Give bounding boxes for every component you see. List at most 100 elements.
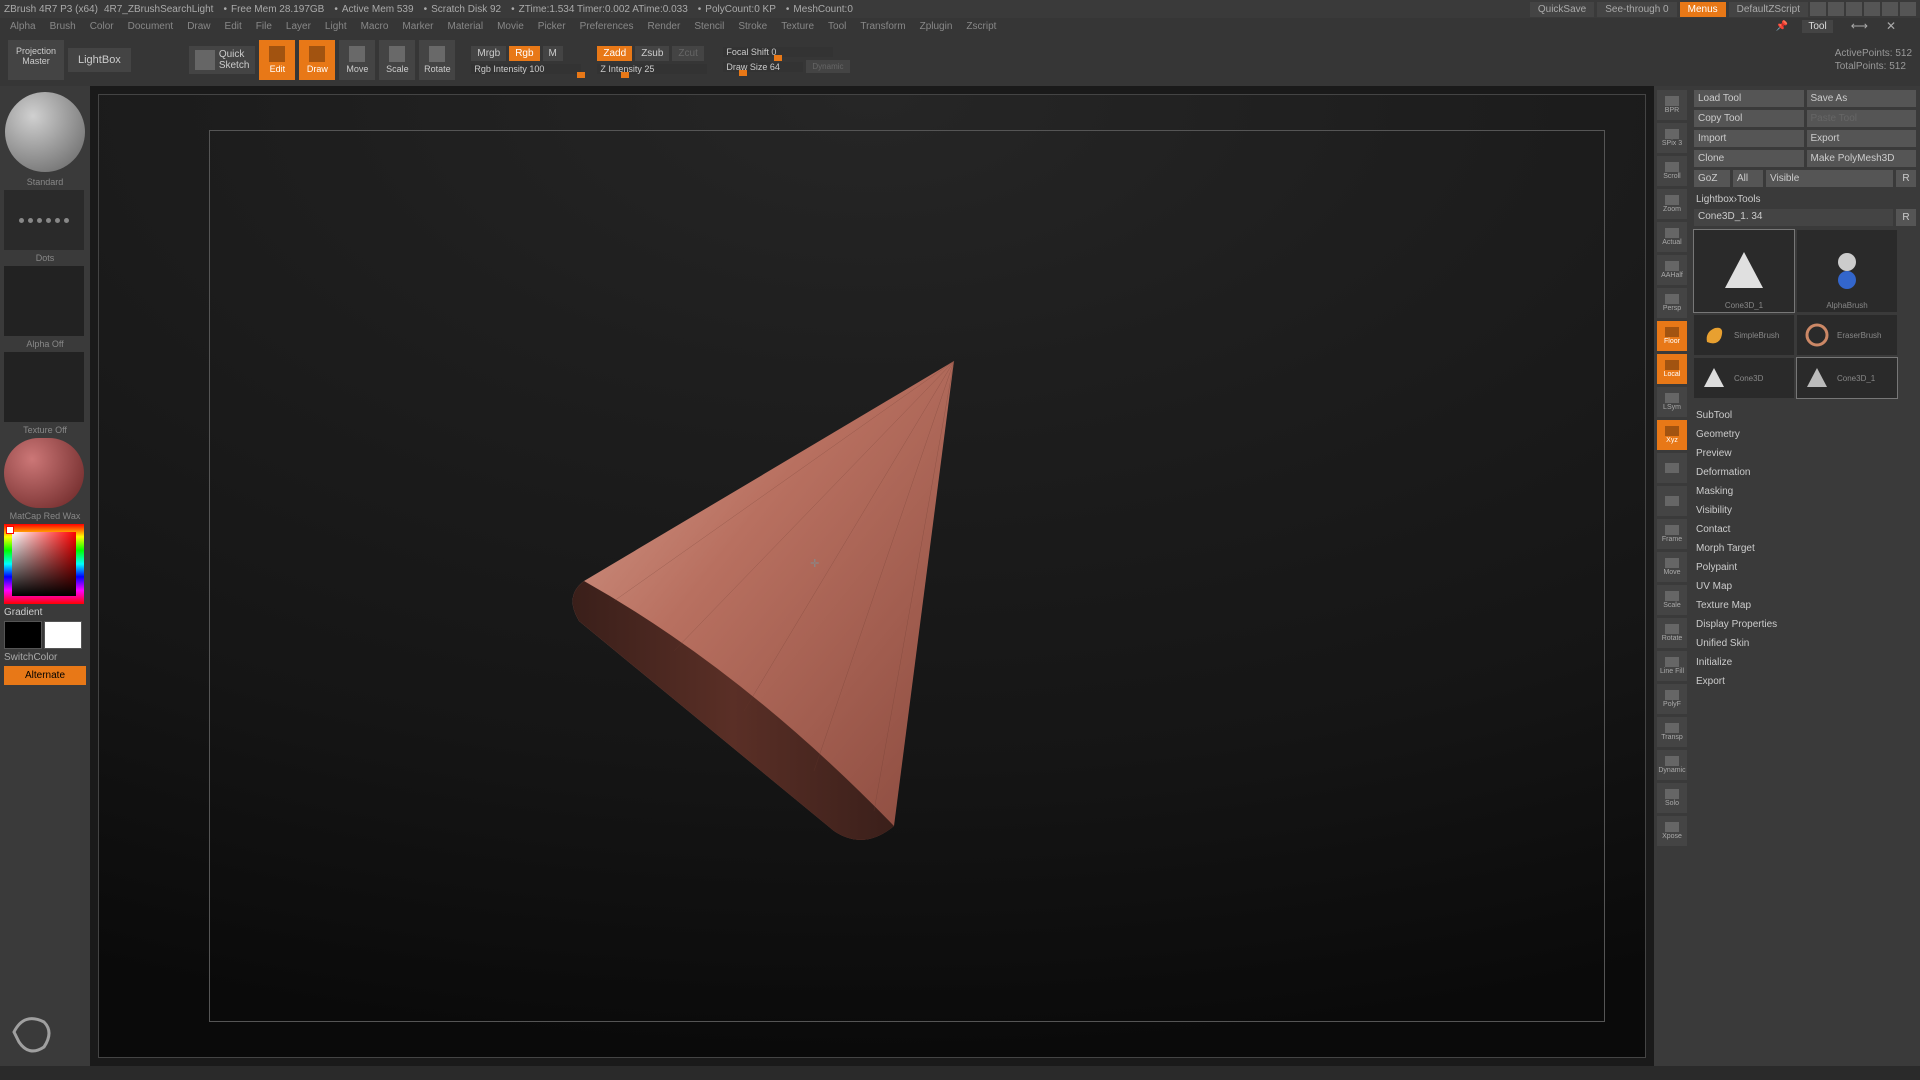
rt-scale[interactable]: Scale	[1657, 585, 1687, 615]
goz-button[interactable]: GoZ	[1694, 170, 1730, 187]
tool-r-button[interactable]: R	[1896, 209, 1916, 226]
clone-button[interactable]: Clone	[1694, 150, 1804, 167]
rt-xyz[interactable]: Xyz	[1657, 420, 1687, 450]
move-mode[interactable]: Move	[339, 40, 375, 80]
draw-size-slider[interactable]: Draw Size 64	[723, 62, 803, 72]
rt-persp[interactable]: Persp	[1657, 288, 1687, 318]
rt-rotate[interactable]: Rotate	[1657, 618, 1687, 648]
rt-solo[interactable]: Solo	[1657, 783, 1687, 813]
menu-stroke[interactable]: Stroke	[738, 21, 767, 32]
load-tool-button[interactable]: Load Tool	[1694, 90, 1804, 107]
zcut-chip[interactable]: Zcut	[672, 46, 703, 61]
focal-shift-slider[interactable]: Focal Shift 0	[723, 47, 833, 57]
menu-macro[interactable]: Macro	[361, 21, 389, 32]
section-uv-map[interactable]: UV Map	[1694, 577, 1916, 596]
section-display-properties[interactable]: Display Properties	[1694, 615, 1916, 634]
maximize-icon[interactable]	[1882, 2, 1898, 16]
section-geometry[interactable]: Geometry	[1694, 425, 1916, 444]
rt-transp[interactable]: Transp	[1657, 717, 1687, 747]
menu-zscript[interactable]: Zscript	[966, 21, 996, 32]
menu-transform[interactable]: Transform	[860, 21, 905, 32]
mrgb-chip[interactable]: Mrgb	[471, 46, 506, 61]
switchcolor-button[interactable]: SwitchColor	[4, 652, 86, 663]
rt-line-fill[interactable]: Line Fill	[1657, 651, 1687, 681]
section-visibility[interactable]: Visibility	[1694, 501, 1916, 520]
rt-blank[interactable]	[1657, 453, 1687, 483]
menu-render[interactable]: Render	[648, 21, 681, 32]
menu-draw[interactable]: Draw	[187, 21, 210, 32]
zadd-chip[interactable]: Zadd	[597, 46, 632, 61]
section-subtool[interactable]: SubTool	[1694, 406, 1916, 425]
quicksave-button[interactable]: QuickSave	[1530, 2, 1594, 17]
menu-light[interactable]: Light	[325, 21, 347, 32]
projection-master-button[interactable]: Projection Master	[8, 40, 64, 80]
rt-bpr[interactable]: BPR	[1657, 90, 1687, 120]
menu-stencil[interactable]: Stencil	[694, 21, 724, 32]
rt-spix-3[interactable]: SPix 3	[1657, 123, 1687, 153]
alpha-preview[interactable]	[4, 266, 84, 336]
alternate-button[interactable]: Alternate	[4, 666, 86, 685]
menus-button[interactable]: Menus	[1680, 2, 1726, 17]
copy-tool-button[interactable]: Copy Tool	[1694, 110, 1804, 127]
swatch-primary[interactable]	[44, 621, 82, 649]
menu-layer[interactable]: Layer	[286, 21, 311, 32]
menu-color[interactable]: Color	[90, 21, 114, 32]
section-masking[interactable]: Masking	[1694, 482, 1916, 501]
close-window-icon[interactable]	[1900, 2, 1916, 16]
export-button[interactable]: Export	[1807, 130, 1917, 147]
seethrough-slider[interactable]: See-through 0	[1597, 2, 1676, 17]
section-texture-map[interactable]: Texture Map	[1694, 596, 1916, 615]
lightbox-tools-link[interactable]: Lightbox›Tools	[1694, 190, 1916, 209]
menu-movie[interactable]: Movie	[497, 21, 524, 32]
rt-move[interactable]: Move	[1657, 552, 1687, 582]
rt-aahalf[interactable]: AAHalf	[1657, 255, 1687, 285]
rt-polyf[interactable]: PolyF	[1657, 684, 1687, 714]
section-unified-skin[interactable]: Unified Skin	[1694, 634, 1916, 653]
stroke-preview[interactable]	[4, 190, 84, 250]
tool-eraserbrush[interactable]: EraserBrush	[1797, 315, 1897, 355]
rt-dynamic[interactable]: Dynamic	[1657, 750, 1687, 780]
make-polymesh-button[interactable]: Make PolyMesh3D	[1807, 150, 1917, 167]
rt-zoom[interactable]: Zoom	[1657, 189, 1687, 219]
section-morph-target[interactable]: Morph Target	[1694, 539, 1916, 558]
menu-preferences[interactable]: Preferences	[580, 21, 634, 32]
title-icon-2[interactable]	[1828, 2, 1844, 16]
menu-alpha[interactable]: Alpha	[10, 21, 36, 32]
panel-title[interactable]: Tool	[1802, 20, 1832, 33]
edit-mode[interactable]: Edit	[259, 40, 295, 80]
menu-document[interactable]: Document	[128, 21, 174, 32]
texture-preview[interactable]	[4, 352, 84, 422]
section-deformation[interactable]: Deformation	[1694, 463, 1916, 482]
tool-alphabrush[interactable]: AlphaBrush	[1797, 230, 1897, 312]
section-initialize[interactable]: Initialize	[1694, 653, 1916, 672]
tool-cone3d-1[interactable]: Cone3D_1	[1694, 230, 1794, 312]
menu-marker[interactable]: Marker	[402, 21, 433, 32]
rt-scroll[interactable]: Scroll	[1657, 156, 1687, 186]
menu-material[interactable]: Material	[448, 21, 484, 32]
rotate-mode[interactable]: Rotate	[419, 40, 455, 80]
rt-xpose[interactable]: Xpose	[1657, 816, 1687, 846]
menu-edit[interactable]: Edit	[225, 21, 242, 32]
goz-r-button[interactable]: R	[1896, 170, 1916, 187]
zsub-chip[interactable]: Zsub	[635, 46, 669, 61]
save-as-button[interactable]: Save As	[1807, 90, 1917, 107]
rt-frame[interactable]: Frame	[1657, 519, 1687, 549]
menu-picker[interactable]: Picker	[538, 21, 566, 32]
material-preview[interactable]	[4, 438, 84, 508]
dynamic-chip[interactable]: Dynamic	[806, 60, 849, 73]
rt-lsym[interactable]: LSym	[1657, 387, 1687, 417]
rt-actual[interactable]: Actual	[1657, 222, 1687, 252]
menu-texture[interactable]: Texture	[781, 21, 814, 32]
menu-file[interactable]: File	[256, 21, 272, 32]
rt-local[interactable]: Local	[1657, 354, 1687, 384]
swatch-secondary[interactable]	[4, 621, 42, 649]
panel-collapse-icon[interactable]: ⟷	[1851, 19, 1868, 33]
draw-mode[interactable]: Draw	[299, 40, 335, 80]
section-polypaint[interactable]: Polypaint	[1694, 558, 1916, 577]
default-script[interactable]: DefaultZScript	[1729, 2, 1808, 17]
current-tool-name[interactable]: Cone3D_1. 34	[1694, 209, 1893, 226]
lightbox-button[interactable]: LightBox	[68, 48, 131, 72]
rt-floor[interactable]: Floor	[1657, 321, 1687, 351]
rgb-chip[interactable]: Rgb	[509, 46, 539, 61]
section-contact[interactable]: Contact	[1694, 520, 1916, 539]
